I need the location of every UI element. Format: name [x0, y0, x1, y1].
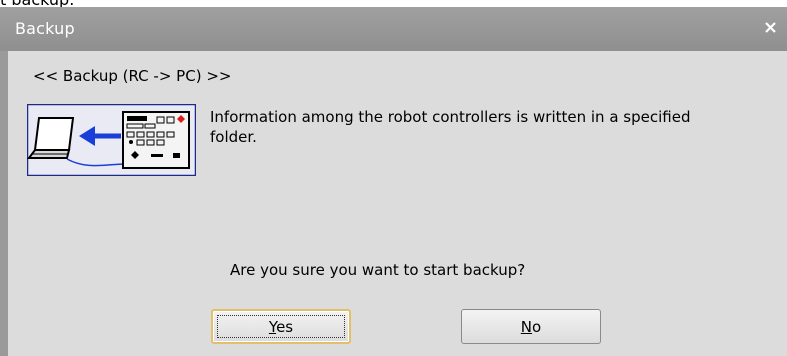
controller-to-laptop-backup-icon: [27, 104, 196, 176]
close-icon[interactable]: [762, 19, 780, 37]
yes-button[interactable]: Yes: [211, 309, 351, 344]
no-button[interactable]: No: [461, 309, 601, 344]
dialog-body: [8, 51, 787, 356]
yes-button-label: Yes: [268, 317, 294, 336]
confirmation-question: Are you sure you want to start backup?: [230, 261, 526, 279]
info-text: Information among the robot controllers …: [210, 108, 691, 146]
window-title: Backup: [15, 19, 75, 38]
backup-dialog: Backup: [0, 7, 787, 356]
robot-controller-icon: [122, 111, 190, 169]
no-button-label: No: [520, 317, 542, 336]
title-bar[interactable]: Backup: [0, 7, 787, 51]
section-heading: << Backup (RC -> PC) >>: [33, 67, 232, 85]
